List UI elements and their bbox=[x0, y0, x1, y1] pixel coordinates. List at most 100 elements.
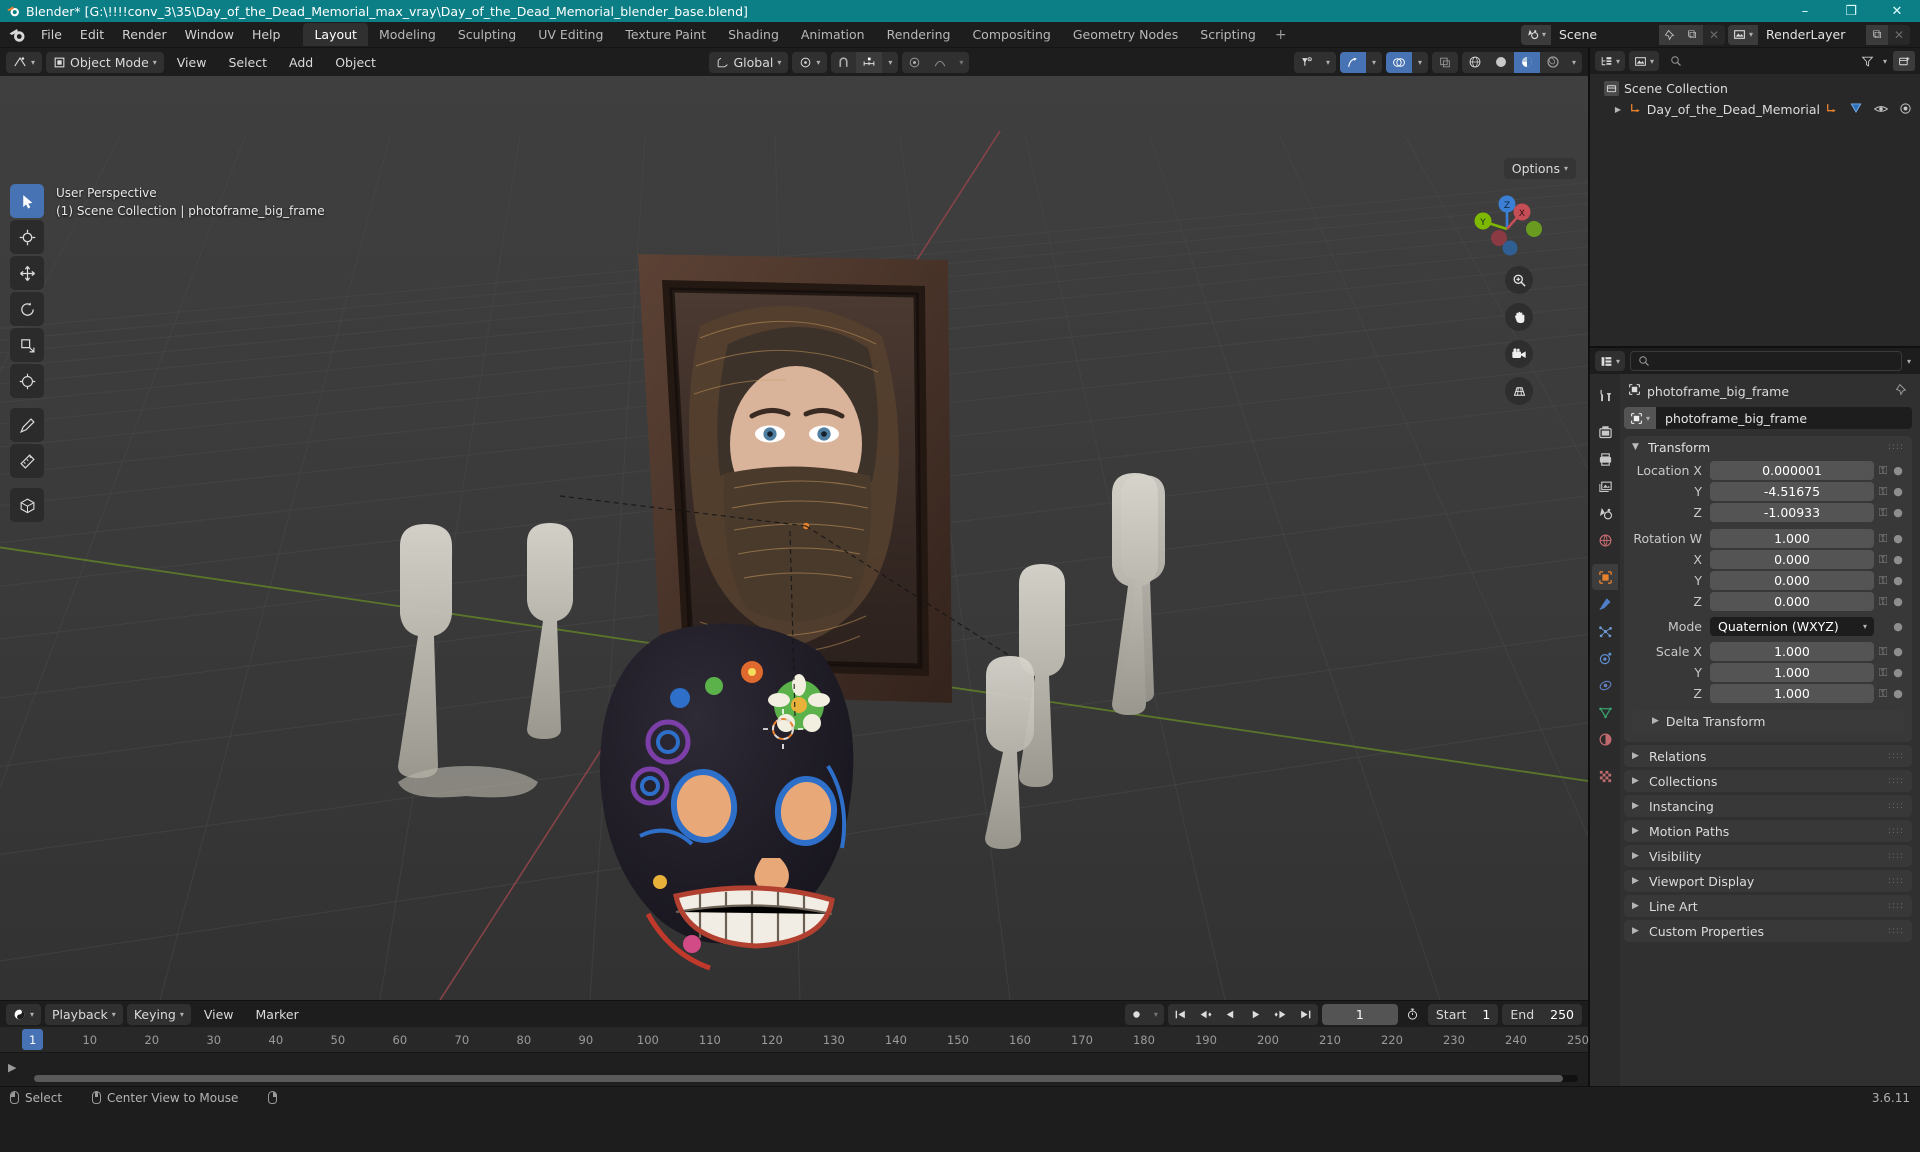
lock-location-x-icon[interactable]: ⚿ bbox=[1874, 464, 1892, 478]
object-mode-dropdown[interactable]: Object Mode ▾ bbox=[46, 51, 164, 73]
view-layer-selector[interactable]: ▾ RenderLayer ⧉ ✕ bbox=[1727, 24, 1910, 45]
viewport-options-button[interactable]: Options ▾ bbox=[1503, 158, 1576, 179]
tab-geometry-nodes[interactable]: Geometry Nodes bbox=[1062, 23, 1189, 46]
object-visibility-icon[interactable] bbox=[1294, 52, 1320, 73]
auto-key-dropdown-chevron[interactable]: ▾ bbox=[1148, 1004, 1164, 1025]
chevron-right-icon[interactable]: ▶ bbox=[1652, 716, 1659, 726]
record-icon[interactable] bbox=[1125, 1004, 1148, 1025]
zoom-icon[interactable] bbox=[1505, 266, 1533, 294]
tab-modeling[interactable]: Modeling bbox=[368, 23, 447, 46]
properties-tab-strip[interactable] bbox=[1590, 374, 1620, 1086]
rotation-y-value[interactable]: 0.000 bbox=[1710, 571, 1874, 590]
animate-rotation-w-icon[interactable]: ● bbox=[1892, 532, 1904, 545]
add-workspace-button[interactable]: + bbox=[1267, 23, 1295, 47]
view-layer-remove-button[interactable]: ✕ bbox=[1888, 24, 1910, 45]
viewport-menu-object[interactable]: Object bbox=[326, 52, 385, 73]
animate-rotation-z-icon[interactable]: ● bbox=[1892, 595, 1904, 608]
chevron-right-icon[interactable]: ▶ bbox=[1632, 776, 1642, 786]
rotation-x-value[interactable]: 0.000 bbox=[1710, 550, 1874, 569]
timeline-menu-keying[interactable]: Keying ▾ bbox=[126, 1003, 191, 1025]
show-gizmo-icon[interactable] bbox=[1339, 51, 1366, 73]
window-controls[interactable]: – ❐ ✕ bbox=[1782, 0, 1920, 22]
frame-end-field[interactable]: End 250 bbox=[1502, 1003, 1582, 1025]
lock-rotation-y-icon[interactable]: ⚿ bbox=[1874, 574, 1892, 588]
auto-keyframe-group[interactable]: ▾ bbox=[1124, 1003, 1164, 1025]
current-frame-field[interactable]: 1 bbox=[1321, 1003, 1398, 1025]
snap-magnet-icon[interactable] bbox=[831, 52, 856, 73]
menu-help[interactable]: Help bbox=[243, 24, 290, 45]
scale-y-value[interactable]: 1.000 bbox=[1710, 663, 1874, 682]
rotation-w-row[interactable]: Rotation W 1.000 ⚿ ● bbox=[1632, 529, 1904, 548]
play-button[interactable] bbox=[1243, 1004, 1268, 1025]
tab-material[interactable] bbox=[1592, 726, 1618, 752]
menu-file[interactable]: File bbox=[32, 24, 71, 45]
tab-shading[interactable]: Shading bbox=[717, 23, 790, 46]
rotation-z-row[interactable]: Z 0.000 ⚿ ● bbox=[1632, 592, 1904, 611]
chevron-right-icon[interactable]: ▶ bbox=[1632, 801, 1642, 811]
delta-transform-subpanel[interactable]: ▶ Delta Transform bbox=[1632, 710, 1904, 732]
tab-physics[interactable] bbox=[1592, 645, 1618, 671]
maximize-button[interactable]: ❐ bbox=[1828, 0, 1874, 22]
lock-rotation-x-icon[interactable]: ⚿ bbox=[1874, 553, 1892, 567]
object-id-icon[interactable]: ▾ bbox=[1624, 407, 1657, 429]
tab-modifiers[interactable] bbox=[1592, 591, 1618, 617]
timeline-playhead[interactable]: 1 bbox=[22, 1029, 44, 1050]
scene-new-button[interactable]: ⧉ bbox=[1680, 24, 1703, 45]
minimize-button[interactable]: – bbox=[1782, 0, 1828, 22]
show-overlays-icon[interactable] bbox=[1385, 51, 1412, 73]
tab-constraints[interactable] bbox=[1592, 672, 1618, 698]
lock-scale-y-icon[interactable]: ⚿ bbox=[1874, 666, 1892, 680]
viewport-nav-buttons[interactable] bbox=[1505, 266, 1533, 405]
pan-hand-icon[interactable] bbox=[1505, 303, 1533, 331]
previous-keyframe-button[interactable] bbox=[1193, 1004, 1218, 1025]
lock-location-y-icon[interactable]: ⚿ bbox=[1874, 485, 1892, 499]
chevron-right-icon[interactable]: ▶ bbox=[1632, 751, 1642, 761]
blender-menu-icon[interactable] bbox=[8, 26, 26, 44]
animate-scale-y-icon[interactable]: ● bbox=[1892, 666, 1904, 679]
overlay-group[interactable]: ▾ bbox=[1385, 51, 1428, 73]
scene-selector[interactable]: ▾ Scene ⧉ ✕ bbox=[1520, 24, 1725, 45]
tool-scale-icon[interactable] bbox=[10, 328, 44, 362]
shading-mode-group[interactable]: ▾ bbox=[1461, 51, 1582, 73]
tab-scripting[interactable]: Scripting bbox=[1189, 23, 1267, 46]
scene-pin-icon[interactable] bbox=[1658, 24, 1681, 45]
panel-visibility[interactable]: ▶ Visibility :::: bbox=[1624, 845, 1912, 867]
tab-particles[interactable] bbox=[1592, 618, 1618, 644]
jump-to-end-button[interactable] bbox=[1293, 1004, 1318, 1025]
tab-animation[interactable]: Animation bbox=[790, 23, 876, 46]
animate-location-z-icon[interactable]: ● bbox=[1892, 506, 1904, 519]
animate-scale-x-icon[interactable]: ● bbox=[1892, 645, 1904, 658]
lock-rotation-w-icon[interactable]: ⚿ bbox=[1874, 532, 1892, 546]
viewport-toolbar[interactable] bbox=[10, 184, 44, 522]
timeline-horizontal-scrollbar[interactable] bbox=[34, 1075, 1578, 1082]
tab-object[interactable] bbox=[1592, 564, 1618, 590]
snap-dropdown-chevron[interactable]: ▾ bbox=[882, 52, 898, 73]
outliner-search-input[interactable] bbox=[1663, 51, 1853, 71]
tab-layout[interactable]: Layout bbox=[303, 23, 368, 46]
view-layer-name[interactable]: RenderLayer bbox=[1758, 24, 1866, 45]
animate-location-x-icon[interactable]: ● bbox=[1892, 464, 1904, 477]
snap-group[interactable]: ▾ bbox=[831, 51, 899, 73]
xray-group[interactable] bbox=[1431, 51, 1458, 73]
timeline-menu-marker[interactable]: Marker bbox=[247, 1004, 308, 1025]
location-z-row[interactable]: Z -1.00933 ⚿ ● bbox=[1632, 503, 1904, 522]
tool-rotate-icon[interactable] bbox=[10, 292, 44, 326]
new-collection-icon[interactable] bbox=[1893, 51, 1915, 71]
menu-render[interactable]: Render bbox=[113, 24, 176, 45]
navigation-gizmo[interactable]: Z Y X bbox=[1464, 184, 1550, 270]
outliner-row-scene-collection[interactable]: Scene Collection bbox=[1590, 78, 1920, 99]
play-reverse-button[interactable] bbox=[1218, 1004, 1243, 1025]
pin-id-icon[interactable] bbox=[1895, 383, 1908, 399]
menu-edit[interactable]: Edit bbox=[71, 24, 113, 45]
location-z-value[interactable]: -1.00933 bbox=[1710, 503, 1874, 522]
scale-z-value[interactable]: 1.000 bbox=[1710, 684, 1874, 703]
shading-solid-icon[interactable] bbox=[1488, 52, 1514, 73]
animate-scale-z-icon[interactable]: ● bbox=[1892, 687, 1904, 700]
rotation-x-row[interactable]: X 0.000 ⚿ ● bbox=[1632, 550, 1904, 569]
rotation-z-value[interactable]: 0.000 bbox=[1710, 592, 1874, 611]
gizmo-group[interactable]: ▾ bbox=[1339, 51, 1382, 73]
frame-start-field[interactable]: Start 1 bbox=[1427, 1003, 1499, 1025]
tab-texture[interactable] bbox=[1592, 763, 1618, 789]
chevron-right-icon[interactable]: ▶ bbox=[1632, 926, 1642, 936]
scene-remove-button[interactable]: ✕ bbox=[1702, 24, 1725, 45]
